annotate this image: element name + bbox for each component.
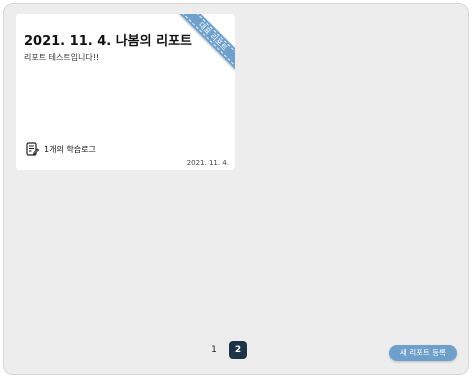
- report-list-panel: 2021. 11. 4. 나봄의 리포트 리포트 테스트입니다!! 대표 리포트…: [3, 3, 469, 375]
- report-card-date: 2021. 11. 4.: [186, 159, 229, 167]
- learning-log-count-label: 1개의 학습로그: [44, 144, 96, 154]
- report-card-title: 2021. 11. 4. 나봄의 리포트: [24, 34, 192, 49]
- report-card[interactable]: 2021. 11. 4. 나봄의 리포트 리포트 테스트입니다!! 대표 리포트…: [16, 14, 235, 170]
- learning-log-count: 1개의 학습로그: [26, 142, 96, 156]
- new-report-button[interactable]: 새 리포트 등록: [389, 345, 457, 361]
- page-button-2[interactable]: 2: [229, 341, 247, 359]
- featured-ribbon-label: 대표 리포트: [176, 14, 235, 73]
- page-button-1[interactable]: 1: [205, 341, 223, 359]
- featured-ribbon: 대표 리포트: [173, 14, 235, 76]
- document-edit-icon: [26, 142, 39, 156]
- pagination: 1 2: [205, 341, 247, 359]
- report-card-description: 리포트 테스트입니다!!: [24, 53, 100, 62]
